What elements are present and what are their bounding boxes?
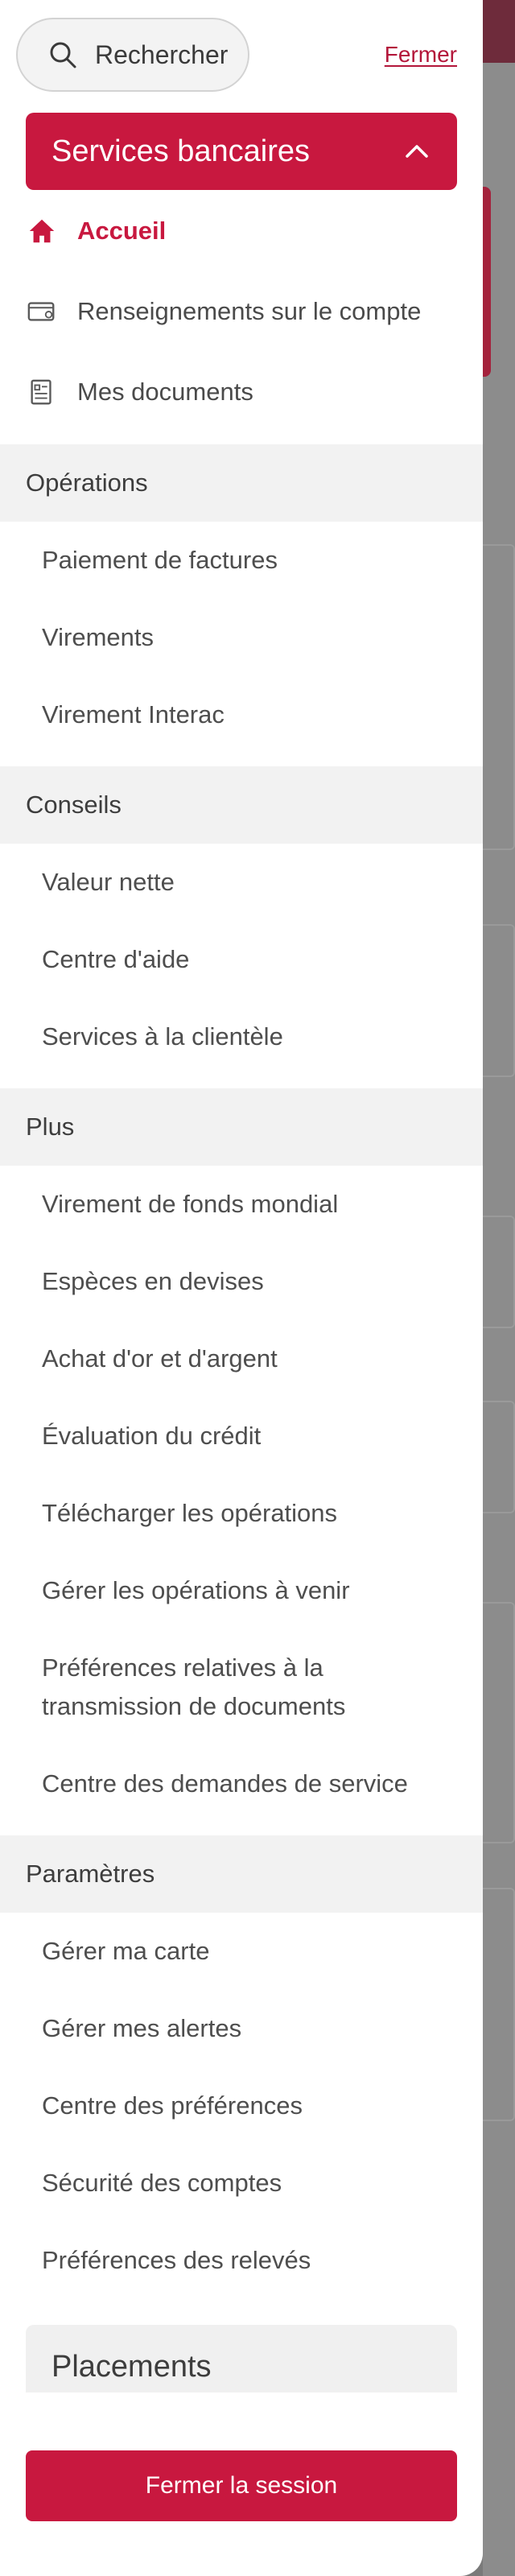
background-accent [483,187,491,377]
logout-button[interactable]: Fermer la session [26,2450,457,2521]
menu-item-help-center[interactable]: Centre d'aide [42,940,189,979]
document-icon [26,376,58,408]
menu-item-foreign-cash[interactable]: Espèces en devises [42,1262,264,1301]
chevron-up-icon [406,145,428,158]
menu-item-document-delivery-preferences[interactable]: Préférences relatives à la transmission … [42,1649,396,1726]
group-header-parametres: Paramètres [0,1835,483,1913]
banking-services-title: Services bancaires [52,134,311,168]
background-card [483,1216,515,1328]
menu-item-gold-silver[interactable]: Achat d'or et d'argent [42,1340,278,1378]
background-card [483,1888,515,2121]
menu-item-account-security[interactable]: Sécurité des comptes [42,2164,282,2202]
nav-item-label: Mes documents [77,378,253,406]
background-card [483,924,515,1077]
menu-item-manage-card[interactable]: Gérer ma carte [42,1932,209,1971]
group-header-operations: Opérations [0,444,483,522]
banking-services-toggle[interactable]: Services bancaires [26,113,457,190]
close-link[interactable]: Fermer [385,42,457,68]
menu-item-interac-transfer[interactable]: Virement Interac [42,696,225,734]
background-header [483,0,515,63]
drawer-topbar: Rechercher Fermer [0,0,483,105]
placements-section-toggle[interactable]: Placements [26,2325,457,2392]
nav-item-accueil[interactable]: Accueil [26,203,166,259]
menu-item-service-request-center[interactable]: Centre des demandes de service [42,1765,408,1803]
menu-item-credit-score[interactable]: Évaluation du crédit [42,1417,261,1455]
menu-item-global-transfer[interactable]: Virement de fonds mondial [42,1185,338,1224]
menu-item-manage-alerts[interactable]: Gérer mes alertes [42,2009,241,2048]
background-card [483,1602,515,1843]
home-icon [26,215,58,247]
navigation-drawer: Rechercher Fermer Services bancaires Acc… [0,0,483,2576]
background-card [483,1401,515,1513]
background-page [483,0,515,2576]
menu-item-upcoming-transactions[interactable]: Gérer les opérations à venir [42,1571,350,1610]
group-header-conseils: Conseils [0,766,483,844]
background-card [483,544,515,850]
group-header-plus: Plus [0,1088,483,1166]
nav-item-label: Accueil [77,217,167,245]
menu-item-transfers[interactable]: Virements [42,618,154,657]
menu-item-bill-payment[interactable]: Paiement de factures [42,541,278,580]
nav-item-account-info[interactable]: Renseignements sur le compte [26,283,421,340]
menu-item-download-transactions[interactable]: Télécharger les opérations [42,1494,337,1533]
nav-item-documents[interactable]: Mes documents [26,364,253,420]
search-label: Rechercher [95,39,229,69]
search-button[interactable]: Rechercher [16,18,249,92]
search-icon [50,42,76,68]
wallet-icon [26,295,58,328]
menu-item-net-worth[interactable]: Valeur nette [42,863,175,902]
menu-item-preference-center[interactable]: Centre des préférences [42,2087,303,2125]
nav-item-label: Renseignements sur le compte [77,297,422,325]
menu-item-customer-service[interactable]: Services à la clientèle [42,1018,283,1056]
menu-item-statement-preferences[interactable]: Préférences des relevés [42,2241,311,2280]
